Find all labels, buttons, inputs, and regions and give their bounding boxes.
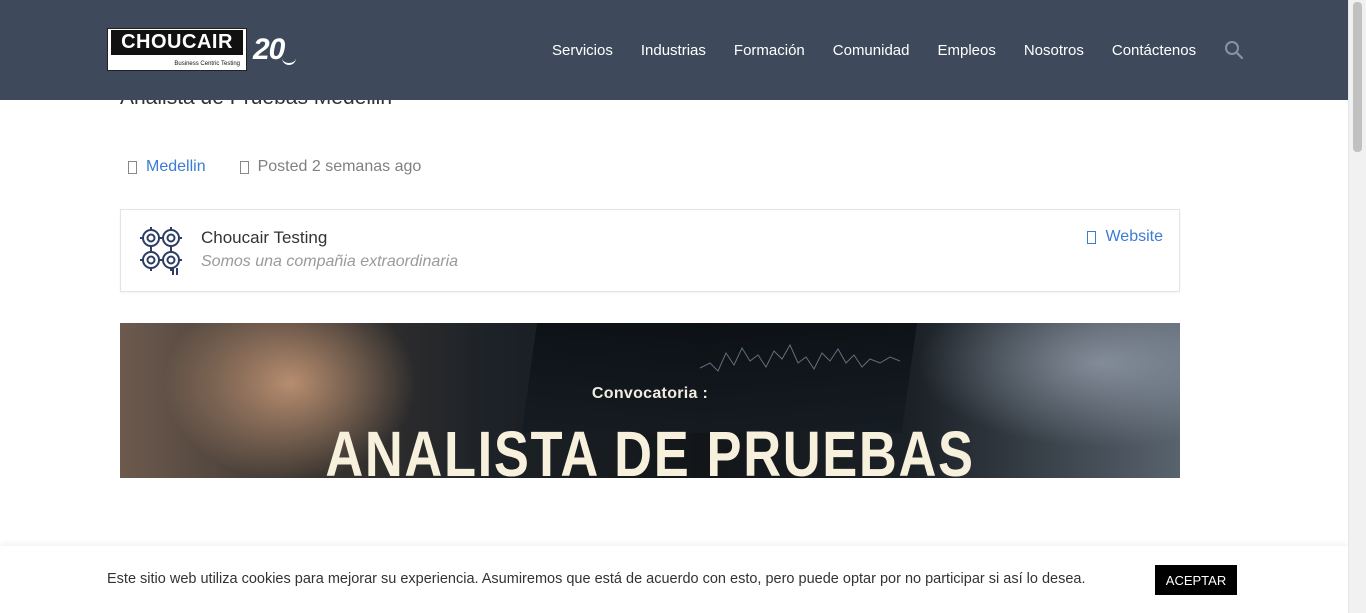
location-icon: [128, 160, 137, 174]
banner-subtitle: Convocatoria :: [591, 385, 709, 402]
calendar-icon: [239, 160, 249, 174]
nav-industrias[interactable]: Industrias: [641, 42, 706, 59]
company-card: Choucair Testing Somos una compañia extr…: [120, 209, 1180, 292]
nav-comunidad[interactable]: Comunidad: [833, 42, 910, 59]
job-location[interactable]: Medellin: [128, 158, 206, 176]
job-posted: Posted 2 semanas ago: [239, 158, 422, 176]
cookie-banner: Este sitio web utiliza cookies para mejo…: [0, 546, 1349, 613]
banner-headline: ANALISTA DE PRUEBAS: [325, 418, 975, 478]
site-header: CHOUCAIR Business Centric Testing 20 Ser…: [0, 0, 1349, 100]
link-icon: [1087, 230, 1097, 244]
company-tagline: Somos una compañia extraordinaria: [201, 253, 459, 270]
main-nav: Servicios Industrias Formación Comunidad…: [552, 0, 1244, 100]
nav-contactenos[interactable]: Contáctenos: [1112, 42, 1196, 59]
website-label[interactable]: Website: [1105, 228, 1163, 246]
job-banner-image: Convocatoria : ANALISTA DE PRUEBAS: [120, 323, 1180, 478]
cookie-message: Este sitio web utiliza cookies para mejo…: [107, 571, 1086, 587]
chart-graphic: [700, 343, 900, 372]
nav-nosotros[interactable]: Nosotros: [1024, 42, 1084, 59]
search-icon[interactable]: [1224, 40, 1244, 60]
nav-empleos[interactable]: Empleos: [937, 42, 995, 59]
gears-icon: [140, 227, 182, 275]
company-website-link[interactable]: Website: [1087, 228, 1163, 246]
anniversary-badge: 20: [253, 32, 285, 66]
scrollbar-thumb[interactable]: [1353, 2, 1362, 152]
page-scrollbar[interactable]: [1348, 0, 1366, 613]
nav-servicios[interactable]: Servicios: [552, 42, 613, 59]
logo-tagline: Business Centric Testing: [174, 61, 240, 67]
job-location-label[interactable]: Medellin: [146, 158, 206, 176]
company-name: Choucair Testing: [201, 228, 328, 247]
swoosh-icon: [282, 55, 297, 65]
job-meta: Medellin Posted 2 semanas ago: [128, 158, 455, 176]
choucair-logo[interactable]: CHOUCAIR Business Centric Testing: [107, 28, 247, 71]
accept-cookies-button[interactable]: ACEPTAR: [1155, 565, 1237, 595]
brand-logo[interactable]: CHOUCAIR Business Centric Testing 20: [107, 28, 297, 71]
nav-formacion[interactable]: Formación: [734, 42, 805, 59]
logo-wordmark: CHOUCAIR: [111, 30, 243, 55]
job-posted-label: Posted 2 semanas ago: [257, 158, 422, 175]
